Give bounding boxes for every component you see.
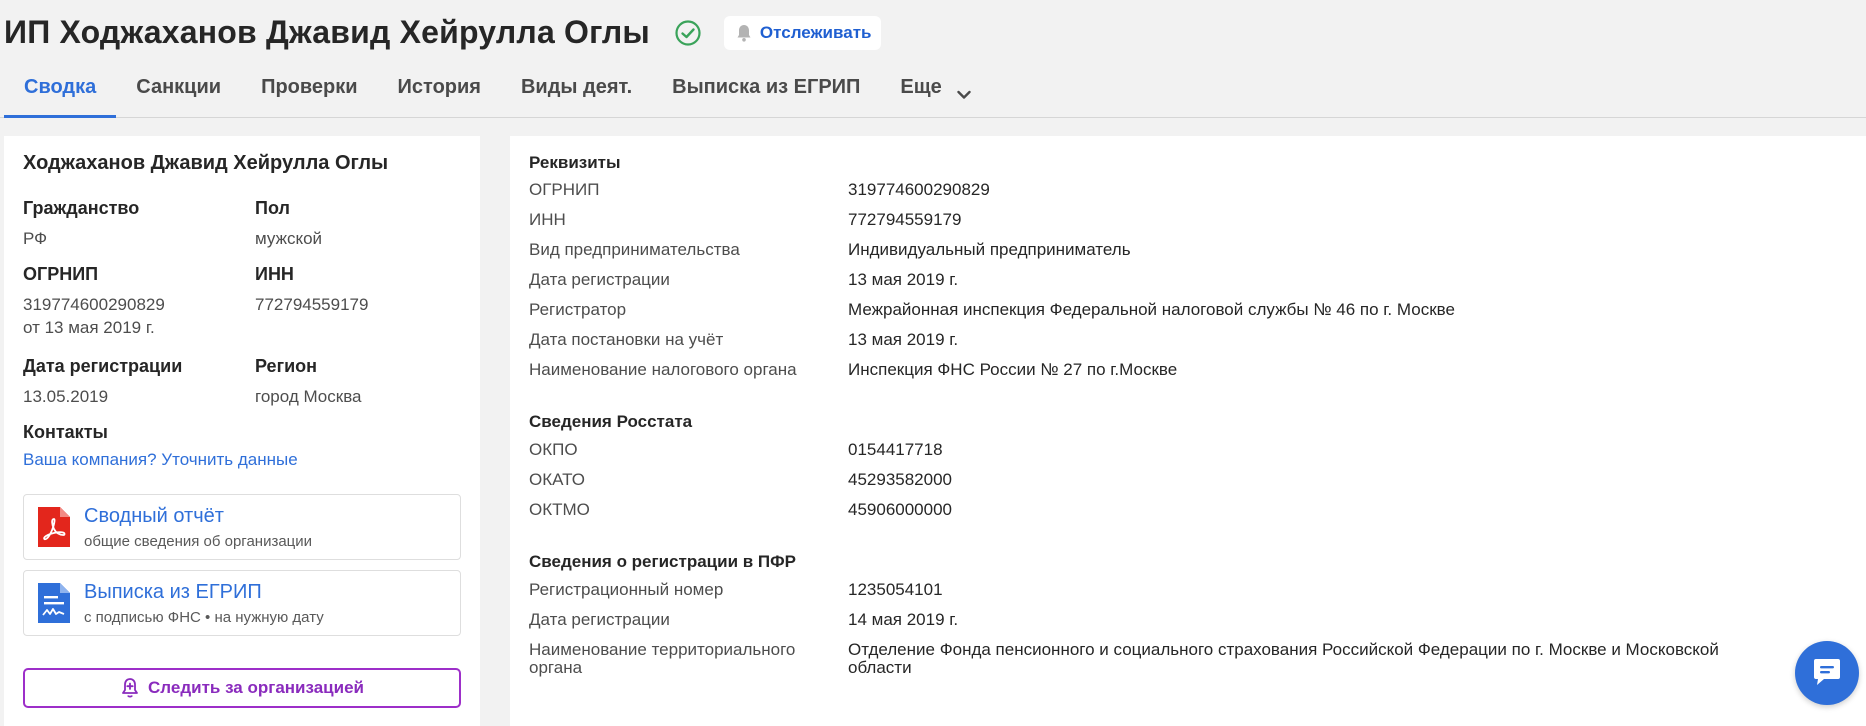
person-name: Ходжаханов Джавид Хейрулла Оглы bbox=[23, 152, 389, 174]
rosstat-value: 45293582000 bbox=[848, 470, 953, 489]
requisites-title: Реквизиты bbox=[529, 153, 621, 172]
pfr-label: Дата регистрации bbox=[529, 610, 670, 629]
summary-report-subtitle: общие сведения об организации bbox=[84, 533, 313, 550]
track-button-label: Отслеживать bbox=[759, 22, 872, 42]
requisites-value: Инспекция ФНС России № 27 по г.Москве bbox=[848, 360, 1178, 379]
tab-egrip-extract[interactable]: Выписка из ЕГРИП bbox=[652, 68, 880, 116]
rosstat-label: ОКАТО bbox=[529, 470, 585, 489]
summary-report-card[interactable]: Сводный отчёт общие сведения об организа… bbox=[23, 494, 461, 560]
clarify-data-link[interactable]: Ваша компания? Уточнить данные bbox=[23, 450, 298, 470]
egrip-extract-subtitle: с подписью ФНС • на нужную дату bbox=[84, 609, 324, 626]
sex-value: мужской bbox=[255, 229, 323, 248]
follow-organization-label: Следить за организацией bbox=[148, 678, 364, 697]
reg-date-value: 13.05.2019 bbox=[23, 387, 109, 406]
pdf-icon bbox=[38, 507, 70, 547]
ogrnip-value: 319774600290829 bbox=[23, 295, 165, 314]
sex-label: Пол bbox=[255, 198, 290, 218]
pfr-title: Сведения о регистрации в ПФР bbox=[529, 552, 796, 571]
chat-icon bbox=[1810, 657, 1844, 689]
chat-button[interactable] bbox=[1795, 641, 1859, 705]
tab-history[interactable]: История bbox=[378, 68, 501, 116]
requisites-label: ИНН bbox=[529, 210, 566, 229]
pfr-value: 14 мая 2019 г. bbox=[848, 610, 959, 629]
tab-more[interactable]: Еще bbox=[880, 68, 991, 116]
ogrnip-date: от 13 мая 2019 г. bbox=[23, 318, 155, 337]
title-row: ИП Ходжаханов Джавид Хейрулла Оглы Отсле… bbox=[4, 14, 882, 51]
requisites-value: 13 мая 2019 г. bbox=[848, 330, 959, 349]
requisites-value: Межрайонная инспекция Федеральной налого… bbox=[848, 300, 1455, 319]
details-card: Реквизиты ОГРНИП 319774600290829 ИНН 772… bbox=[510, 136, 1866, 726]
page-header: ИП Ходжаханов Джавид Хейрулла Оглы Отсле… bbox=[0, 0, 1866, 118]
requisites-value: Индивидуальный предприниматель bbox=[848, 240, 1131, 259]
ogrnip-label: ОГРНИП bbox=[23, 264, 99, 284]
verified-check-icon bbox=[674, 19, 702, 47]
requisites-label: Вид предпринимательства bbox=[529, 240, 740, 259]
requisites-label: Дата постановки на учёт bbox=[529, 330, 724, 349]
requisites-label: ОГРНИП bbox=[529, 180, 600, 199]
follow-organization-button[interactable]: Следить за организацией bbox=[23, 668, 461, 708]
tab-inspections[interactable]: Проверки bbox=[241, 68, 377, 116]
person-card: Ходжаханов Джавид Хейрулла Оглы Гражданс… bbox=[4, 136, 480, 726]
citizenship-value: РФ bbox=[23, 229, 48, 248]
region-value: город Москва bbox=[255, 387, 362, 406]
region-label: Регион bbox=[255, 356, 317, 376]
rosstat-value: 0154417718 bbox=[848, 440, 943, 459]
pfr-value: 1235054101 bbox=[848, 580, 943, 599]
requisites-value: 772794559179 bbox=[848, 210, 962, 229]
bell-plus-icon bbox=[120, 677, 140, 699]
requisites-label: Дата регистрации bbox=[529, 270, 670, 289]
summary-report-title: Сводный отчёт bbox=[84, 505, 224, 527]
track-button[interactable]: Отслеживать bbox=[723, 15, 882, 50]
tab-sanctions[interactable]: Санкции bbox=[116, 68, 241, 116]
pfr-label: Наименование территориального bbox=[529, 640, 796, 659]
tab-bar: Сводка Санкции Проверки История Виды дея… bbox=[4, 68, 991, 118]
requisites-value: 13 мая 2019 г. bbox=[848, 270, 959, 289]
rosstat-value: 45906000000 bbox=[848, 500, 953, 519]
requisites-label: Наименование налогового органа bbox=[529, 360, 797, 379]
rosstat-label: ОКТМО bbox=[529, 500, 590, 519]
page-title: ИП Ходжаханов Джавид Хейрулла Оглы bbox=[4, 14, 650, 50]
pfr-label: Регистрационный номер bbox=[529, 580, 724, 599]
tab-activities[interactable]: Виды деят. bbox=[501, 68, 652, 116]
tab-more-label: Еще bbox=[900, 76, 942, 98]
requisites-label: Регистратор bbox=[529, 300, 627, 319]
pfr-value: Отделение Фонда пенсионного и социальног… bbox=[848, 640, 1719, 659]
tab-summary[interactable]: Сводка bbox=[4, 68, 117, 118]
egrip-extract-title: Выписка из ЕГРИП bbox=[84, 581, 262, 603]
egrip-extract-card[interactable]: Выписка из ЕГРИП с подписью ФНС • на нуж… bbox=[23, 570, 461, 636]
citizenship-label: Гражданство bbox=[23, 198, 140, 218]
rosstat-title: Сведения Росстата bbox=[529, 412, 693, 431]
pfr-value-cont: области bbox=[848, 658, 912, 677]
inn-label: ИНН bbox=[255, 264, 294, 284]
rosstat-label: ОКПО bbox=[529, 440, 578, 459]
chevron-down-icon bbox=[957, 83, 972, 99]
inn-value: 772794559179 bbox=[255, 295, 369, 314]
bell-icon bbox=[734, 23, 754, 43]
contacts-label: Контакты bbox=[23, 422, 108, 442]
requisites-value: 319774600290829 bbox=[848, 180, 990, 199]
document-signed-icon bbox=[38, 583, 70, 623]
reg-date-label: Дата регистрации bbox=[23, 356, 183, 376]
pfr-label-cont: органа bbox=[529, 658, 583, 677]
